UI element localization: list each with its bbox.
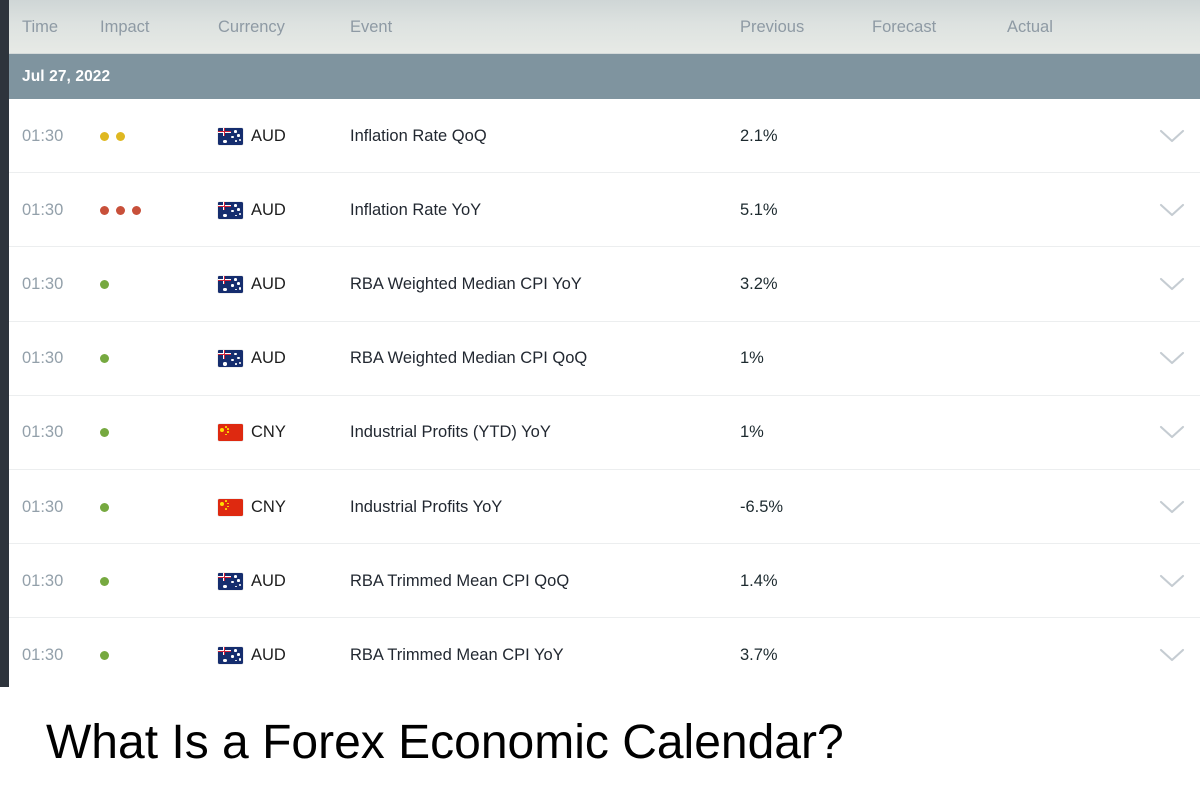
cny-flag [218, 498, 243, 516]
cell-event[interactable]: Industrial Profits YoY [350, 470, 502, 544]
date-group-label: Jul 27, 2022 [22, 68, 111, 85]
cell-impact [100, 247, 190, 321]
impact-dot [100, 650, 109, 660]
economic-calendar-widget: Time Impact Currency Event Previous Fore… [0, 0, 1200, 687]
chevron-down-icon[interactable] [1155, 544, 1189, 618]
cell-previous: 5.1% [740, 200, 778, 219]
cell-time: 01:30 [22, 571, 64, 590]
column-header-event[interactable]: Event [350, 0, 392, 54]
currency-code: CNY [251, 423, 286, 442]
chevron-down-icon[interactable] [1155, 396, 1189, 470]
cell-event[interactable]: RBA Weighted Median CPI YoY [350, 247, 582, 321]
cell-impact [100, 322, 190, 396]
cell-time: 01:30 [22, 126, 64, 145]
cell-currency: AUD [218, 544, 286, 618]
cell-previous: 3.7% [740, 645, 778, 664]
cell-currency: CNY [218, 396, 286, 470]
caption-area: What Is a Forex Economic Calendar? [0, 687, 1200, 800]
cell-currency: AUD [218, 618, 286, 687]
column-header-forecast[interactable]: Forecast [872, 0, 936, 54]
cell-impact [100, 173, 190, 247]
cell-time: 01:30 [22, 497, 64, 516]
chevron-down-icon[interactable] [1155, 99, 1189, 173]
cell-time: 01:30 [22, 200, 64, 219]
cell-currency: AUD [218, 247, 286, 321]
currency-code: AUD [251, 349, 286, 368]
aud-flag [218, 201, 243, 219]
currency-code: AUD [251, 645, 286, 664]
cell-previous: 3.2% [740, 274, 778, 293]
chevron-down-icon[interactable] [1155, 470, 1189, 544]
currency-code: AUD [251, 274, 286, 293]
cell-previous: 2.1% [740, 126, 778, 145]
impact-dot [116, 205, 125, 215]
impact-dot [100, 576, 109, 586]
impact-dot [132, 205, 141, 215]
impact-dot [100, 502, 109, 512]
date-group-banner: Jul 27, 2022 [0, 54, 1200, 99]
column-header-time[interactable]: Time [22, 0, 58, 54]
cell-impact [100, 396, 190, 470]
table-row[interactable]: 01:30 AUD RBA Trimmed Mean CPI QoQ 1.4% [0, 544, 1200, 619]
calendar-rows: 01:30 AUD Inflation Rate QoQ 2.1% 01:30 AUD In… [0, 99, 1200, 687]
cell-currency: AUD [218, 173, 286, 247]
cell-impact [100, 544, 190, 618]
page-title: What Is a Forex Economic Calendar? [46, 716, 844, 770]
aud-flag [218, 646, 243, 664]
chevron-down-icon[interactable] [1155, 618, 1189, 687]
column-header-currency[interactable]: Currency [218, 0, 285, 54]
impact-dot [100, 205, 109, 215]
column-header-actual[interactable]: Actual [1007, 0, 1053, 54]
table-row[interactable]: 01:30 CNY Industrial Profits YoY -6.5% [0, 469, 1200, 545]
impact-dot [116, 131, 125, 141]
impact-dot [100, 428, 109, 438]
cell-previous: 1.4% [740, 571, 778, 590]
aud-flag [218, 275, 243, 293]
page-root: Time Impact Currency Event Previous Fore… [0, 0, 1200, 800]
cell-previous: -6.5% [740, 497, 784, 516]
aud-flag [218, 127, 243, 145]
chevron-down-icon[interactable] [1155, 173, 1189, 247]
chevron-down-icon[interactable] [1155, 322, 1189, 396]
cell-event[interactable]: Inflation Rate YoY [350, 173, 481, 247]
currency-code: CNY [251, 497, 286, 516]
cell-currency: AUD [218, 99, 286, 173]
cell-event[interactable]: RBA Weighted Median CPI QoQ [350, 322, 587, 396]
impact-dot [100, 131, 109, 141]
cell-event[interactable]: Industrial Profits (YTD) YoY [350, 396, 551, 470]
cell-impact [100, 99, 190, 173]
cell-event[interactable]: Inflation Rate QoQ [350, 99, 487, 173]
cell-event[interactable]: RBA Trimmed Mean CPI YoY [350, 618, 564, 687]
cny-flag [218, 424, 243, 442]
cell-currency: CNY [218, 470, 286, 544]
table-row[interactable]: 01:30 AUD RBA Weighted Median CPI YoY 3.2% [0, 247, 1200, 322]
cell-event[interactable]: RBA Trimmed Mean CPI QoQ [350, 544, 569, 618]
currency-code: AUD [251, 126, 286, 145]
currency-code: AUD [251, 200, 286, 219]
column-header-impact[interactable]: Impact [100, 0, 150, 54]
cell-previous: 1% [740, 423, 764, 442]
table-row[interactable]: 01:30 AUD RBA Trimmed Mean CPI YoY 3.7% [0, 618, 1200, 687]
chevron-down-icon[interactable] [1155, 247, 1189, 321]
impact-dot [100, 279, 109, 289]
table-row[interactable]: 01:30 AUD Inflation Rate YoY 5.1% [0, 173, 1200, 248]
cell-time: 01:30 [22, 423, 64, 442]
cell-currency: AUD [218, 322, 286, 396]
column-header-previous[interactable]: Previous [740, 0, 804, 54]
cell-previous: 1% [740, 349, 764, 368]
aud-flag [218, 572, 243, 590]
cell-impact [100, 618, 190, 687]
table-row[interactable]: 01:30 AUD Inflation Rate QoQ 2.1% [0, 99, 1200, 174]
cell-time: 01:30 [22, 645, 64, 664]
cell-time: 01:30 [22, 274, 64, 293]
table-header-row: Time Impact Currency Event Previous Fore… [0, 0, 1200, 54]
impact-dot [100, 354, 109, 364]
aud-flag [218, 350, 243, 368]
cell-impact [100, 470, 190, 544]
cell-time: 01:30 [22, 349, 64, 368]
currency-code: AUD [251, 571, 286, 590]
left-rail-accent [0, 0, 9, 687]
table-row[interactable]: 01:30 CNY Industrial Profits (YTD) YoY 1% [0, 395, 1200, 470]
table-row[interactable]: 01:30 AUD RBA Weighted Median CPI QoQ 1% [0, 321, 1200, 396]
